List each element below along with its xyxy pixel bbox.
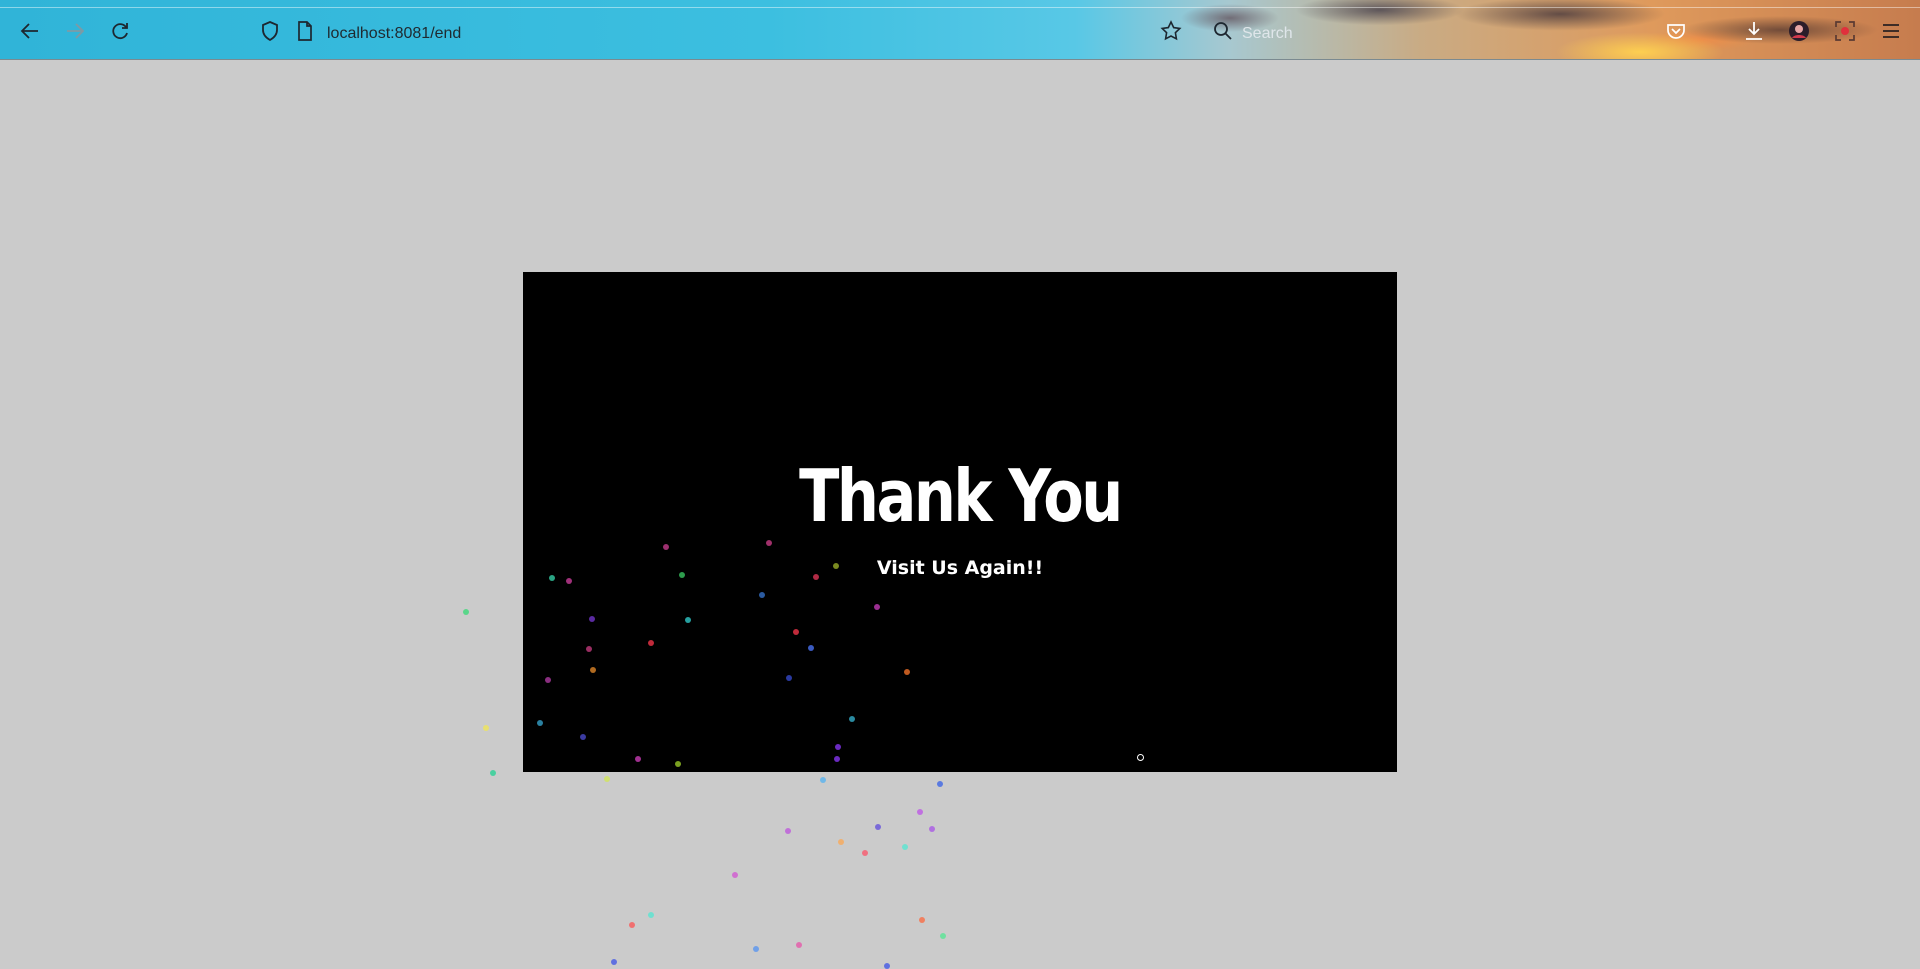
screenshot-button[interactable] [1834,20,1856,42]
confetti-dot [874,604,880,610]
star-icon [1160,20,1182,41]
avatar-icon [1789,21,1809,41]
shield-icon [262,21,278,42]
page-title: Thank You [799,454,1123,538]
confetti-dot [586,646,592,652]
confetti-dot [808,645,814,651]
confetti-dot [604,776,610,782]
confetti-dot [648,912,654,918]
screenshot-icon [1835,21,1855,41]
browser-toolbar: localhost:8081/end Search [0,0,1920,60]
confetti-dot [663,544,669,550]
confetti-dot [589,616,595,622]
url-bar[interactable]: localhost:8081/end [327,25,461,43]
confetti-dot [904,669,910,675]
confetti-dot [835,744,841,750]
confetti-dot [929,826,935,832]
confetti-dot [862,850,868,856]
hamburger-menu-icon [1883,24,1899,38]
confetti-dot [917,809,923,815]
confetti-dot [838,839,844,845]
confetti-dot [940,933,946,939]
confetti-dot [849,716,855,722]
confetti-dot [785,828,791,834]
confetti-dot [490,770,496,776]
downloads-button[interactable] [1743,20,1765,42]
confetti-dot [820,777,826,783]
pocket-button[interactable] [1665,20,1687,42]
confetti-dot [629,922,635,928]
confetti-dot [590,667,596,673]
confetti-dot [675,761,681,767]
confetti-dot [611,959,617,965]
confetti-dot [793,629,799,635]
mouse-cursor-ring [1137,754,1144,761]
download-icon [1746,22,1762,40]
confetti-dot [679,572,685,578]
search-input[interactable]: Search [1242,25,1293,43]
confetti-dot [875,824,881,830]
confetti-dot [549,575,555,581]
reload-icon [112,23,128,40]
page-info-button[interactable] [294,20,316,42]
confetti-dot [537,720,543,726]
search-icon-wrap [1212,20,1234,42]
confetti-dot [566,578,572,584]
forward-button[interactable] [64,20,86,42]
app-menu-button[interactable] [1880,20,1902,42]
thank-you-panel: Thank You Visit Us Again!! [523,272,1397,772]
confetti-dot [813,574,819,580]
pocket-icon [1667,24,1685,39]
confetti-dot [834,756,840,762]
confetti-dot [463,609,469,615]
confetti-dot [648,640,654,646]
page-icon [298,21,312,41]
bookmark-button[interactable] [1160,20,1182,42]
confetti-dot [766,540,772,546]
search-icon [1214,22,1232,40]
confetti-dot [919,917,925,923]
tracking-protection-button[interactable] [259,20,281,42]
confetti-dot [685,617,691,623]
confetti-dot [753,946,759,952]
arrow-left-icon [20,23,38,39]
confetti-dot [796,942,802,948]
confetti-dot [884,963,890,969]
page-subtitle: Visit Us Again!! [876,557,1044,579]
confetti-dot [902,844,908,850]
confetti-dot [732,872,738,878]
confetti-dot [545,677,551,683]
account-button[interactable] [1788,20,1810,42]
reload-button[interactable] [109,20,131,42]
confetti-dot [483,725,489,731]
confetti-dot [786,675,792,681]
confetti-dot [759,592,765,598]
back-button[interactable] [19,20,41,42]
confetti-dot [635,756,641,762]
arrow-right-icon [67,23,85,39]
confetti-dot [833,563,839,569]
confetti-dot [937,781,943,787]
confetti-dot [580,734,586,740]
